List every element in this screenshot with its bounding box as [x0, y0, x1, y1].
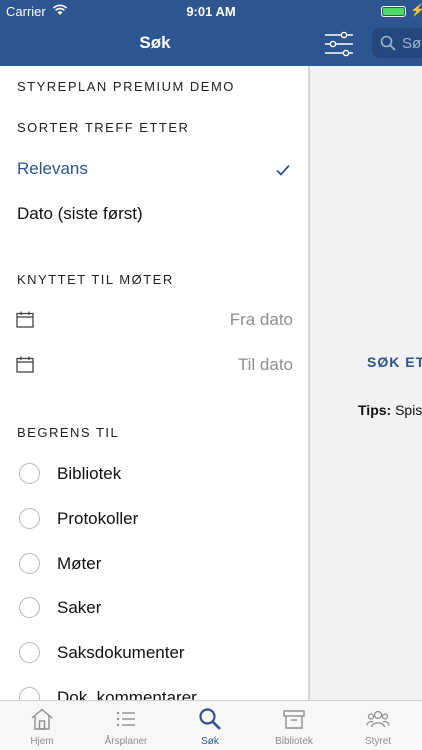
search-nav-bar: Søk	[310, 22, 422, 66]
radio-button[interactable]	[19, 463, 40, 484]
limit-option-dok-kommentarer[interactable]: Dok. kommentarer	[0, 676, 308, 700]
to-date-field[interactable]: Til dato	[0, 343, 308, 387]
limit-option-saker[interactable]: Saker	[0, 586, 308, 630]
limit-option-label: Saksdokumenter	[57, 643, 185, 662]
sort-option-date[interactable]: Dato (siste først)	[17, 204, 143, 224]
search-input[interactable]: Søk	[372, 28, 422, 58]
filter-panel: STYREPLAN PREMIUM DEMO SORTER TREFF ETTE…	[0, 66, 308, 700]
limit-option-label: Bibliotek	[57, 464, 122, 483]
tips-label: Tips:	[358, 402, 392, 418]
tab-bibliotek[interactable]: Bibliotek	[252, 701, 336, 750]
limit-option-bibliotek[interactable]: Bibliotek	[0, 452, 308, 496]
status-bar: Carrier 9:01 AM ⚡	[0, 0, 422, 22]
tab-label: Årsplaner	[104, 736, 148, 747]
tab-arsplaner[interactable]: Årsplaner	[84, 701, 168, 750]
limit-option-label: Saker	[57, 598, 102, 617]
limit-option-label: Møter	[57, 554, 102, 573]
archive-icon	[283, 710, 305, 729]
radio-button[interactable]	[19, 687, 40, 700]
tips-text: Tips: Spis	[358, 402, 422, 418]
page-title: Søk	[139, 33, 171, 52]
search-results-pane: SØK ETT Tips: Spis	[310, 66, 422, 700]
home-icon	[31, 708, 53, 730]
tab-label: Styret	[364, 736, 392, 747]
from-date-label: Fra dato	[229, 310, 293, 329]
search-icon	[199, 708, 221, 730]
list-icon	[116, 711, 135, 727]
limit-option-saksdokumenter[interactable]: Saksdokumenter	[0, 631, 308, 675]
tab-styret[interactable]: Styret	[336, 701, 420, 750]
tab-label: Bibliotek	[275, 736, 313, 747]
tab-hjem[interactable]: Hjem	[0, 701, 84, 750]
filter-icon[interactable]	[324, 31, 354, 57]
checkmark-icon	[276, 164, 290, 176]
nav-bar: Søk	[0, 22, 310, 66]
org-name: STYREPLAN PREMIUM DEMO	[17, 79, 235, 94]
sort-section-header: SORTER TREFF ETTER	[17, 120, 190, 135]
people-icon	[366, 710, 390, 728]
meetings-section-header: KNYTTET TIL MØTER	[17, 272, 174, 287]
search-button[interactable]: SØK ETT	[367, 354, 422, 370]
battery-icon	[381, 6, 406, 17]
sort-option-relevance[interactable]: Relevans	[17, 159, 88, 179]
tab-bar: Hjem Årsplaner Søk Bibliotek Styret	[0, 700, 422, 750]
tab-label: Søk	[201, 736, 219, 747]
limit-option-protokoller[interactable]: Protokoller	[0, 497, 308, 541]
limit-option-moter[interactable]: Møter	[0, 542, 308, 586]
limit-section-header: BEGRENS TIL	[17, 425, 120, 440]
tab-label: Hjem	[30, 736, 54, 747]
radio-button[interactable]	[19, 553, 40, 574]
calendar-icon	[16, 311, 34, 328]
search-placeholder: Søk	[402, 35, 422, 52]
charging-icon: ⚡	[410, 3, 422, 17]
tab-sok[interactable]: Søk	[168, 701, 252, 750]
tips-body: Spis	[395, 402, 422, 418]
radio-button[interactable]	[19, 597, 40, 618]
to-date-label: Til dato	[237, 355, 293, 374]
from-date-field[interactable]: Fra dato	[0, 298, 308, 342]
radio-button[interactable]	[19, 642, 40, 663]
search-icon	[380, 35, 396, 51]
calendar-icon	[16, 356, 34, 373]
radio-button[interactable]	[19, 508, 40, 529]
limit-option-label: Protokoller	[57, 509, 139, 528]
limit-option-label: Dok. kommentarer	[57, 688, 197, 700]
clock: 9:01 AM	[186, 4, 236, 19]
